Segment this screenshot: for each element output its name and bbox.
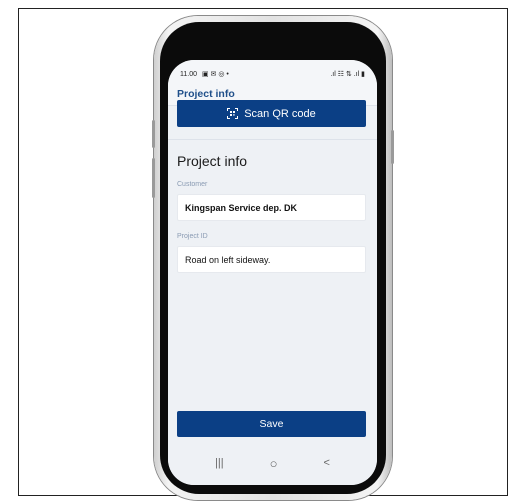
customer-value: Kingspan Service dep. DK xyxy=(185,202,298,213)
qr-scan-icon xyxy=(227,108,239,119)
phone-side-button-left-2 xyxy=(152,158,155,198)
save-button[interactable]: Save xyxy=(177,411,366,437)
status-bar: 11.00 ▣ ✉ ◎ • .ıl ☷ ⇅ .ıl ▮ xyxy=(168,60,377,82)
project-id-value: Road on left sideway. xyxy=(185,254,271,265)
back-icon[interactable]: < xyxy=(324,457,330,469)
project-id-field[interactable]: Road on left sideway. xyxy=(177,246,366,273)
customer-field[interactable]: Kingspan Service dep. DK xyxy=(177,194,366,221)
section-divider xyxy=(168,139,377,140)
status-left: 11.00 ▣ ✉ ◎ • xyxy=(180,70,229,78)
android-nav-bar: ||| ○ < xyxy=(168,447,377,485)
home-icon[interactable]: ○ xyxy=(270,456,278,471)
phone-side-button-right xyxy=(391,130,394,164)
scan-qr-code-button[interactable]: Scan QR code xyxy=(177,100,366,127)
status-system-icons: .ıl ☷ ⇅ .ıl ▮ xyxy=(330,71,365,78)
save-button-label: Save xyxy=(259,418,284,430)
recent-apps-icon[interactable]: ||| xyxy=(215,457,224,469)
phone-screen: 11.00 ▣ ✉ ◎ • .ıl ☷ ⇅ .ıl ▮ Project info… xyxy=(168,60,377,485)
page-title: Project info xyxy=(177,87,235,100)
phone-side-button-left xyxy=(152,120,155,148)
customer-label: Customer xyxy=(177,181,208,188)
status-time: 11.00 xyxy=(180,71,197,78)
status-notification-icons: ▣ ✉ ◎ • xyxy=(201,71,229,78)
section-title: Project info xyxy=(177,153,248,169)
scan-qr-code-label: Scan QR code xyxy=(244,107,316,120)
project-id-label: Project ID xyxy=(177,233,208,240)
